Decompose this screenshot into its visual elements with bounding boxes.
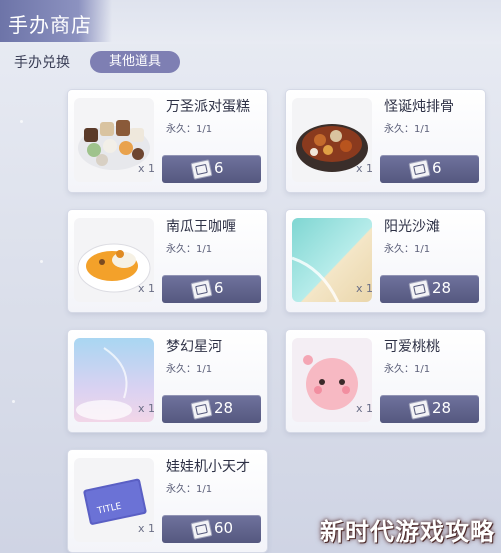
item-card-cute-peach[interactable]: 可爱桃桃 永久：1/1 x 1 28	[286, 330, 485, 432]
item-card-claw-machine-genius[interactable]: TITLE 娃娃机小天才 永久：1/1 x 1 60	[68, 450, 267, 552]
item-price: 6	[214, 279, 224, 297]
tab-figure-exchange[interactable]: 手办兑换	[14, 52, 70, 72]
item-permanence: 永久：1/1	[384, 124, 431, 135]
buy-button[interactable]: 28	[380, 395, 479, 423]
item-name: 可爱桃桃	[384, 339, 440, 355]
item-price: 28	[432, 399, 452, 417]
item-price: 6	[214, 159, 224, 177]
sparkle-decoration	[40, 260, 43, 263]
shop-header: 手办商店	[0, 0, 501, 44]
item-price: 6	[432, 159, 442, 177]
item-price: 28	[214, 399, 234, 417]
sparkle-decoration	[12, 400, 15, 403]
item-permanence: 永久：1/1	[384, 364, 431, 375]
item-card-sunny-beach[interactable]: 阳光沙滩 永久：1/1 x 1 28	[286, 210, 485, 312]
ticket-icon	[408, 279, 431, 300]
item-permanence: 永久：1/1	[166, 124, 213, 135]
item-permanence: 永久：1/1	[166, 364, 213, 375]
ticket-icon	[190, 279, 213, 300]
item-name: 阳光沙滩	[384, 219, 440, 235]
item-card-spare-ribs[interactable]: 怪诞炖排骨 永久：1/1 x 1 6	[286, 90, 485, 192]
watermark-text: 新时代游戏攻略	[320, 518, 495, 546]
item-quantity: x 1	[138, 402, 156, 415]
page-title: 手办商店	[8, 13, 92, 37]
item-quantity: x 1	[138, 282, 156, 295]
item-permanence: 永久：1/1	[166, 484, 213, 495]
item-name: 万圣派对蛋糕	[166, 99, 250, 115]
item-name: 南瓜王咖喱	[166, 219, 236, 235]
buy-button[interactable]: 6	[162, 275, 261, 303]
sparkle-decoration	[20, 120, 23, 123]
item-price: 28	[432, 279, 452, 297]
item-quantity: x 1	[138, 162, 156, 175]
item-quantity: x 1	[356, 402, 374, 415]
item-quantity: x 1	[356, 162, 374, 175]
ticket-icon	[408, 159, 431, 180]
item-price: 60	[214, 519, 234, 537]
item-card-halloween-cake[interactable]: 万圣派对蛋糕 永久：1/1 x 1 6	[68, 90, 267, 192]
tab-other-items[interactable]: 其他道具	[90, 51, 180, 73]
buy-button[interactable]: 60	[162, 515, 261, 543]
ticket-icon	[190, 399, 213, 420]
item-name: 怪诞炖排骨	[384, 99, 454, 115]
item-name: 梦幻星河	[166, 339, 222, 355]
ticket-icon	[408, 399, 431, 420]
item-permanence: 永久：1/1	[384, 244, 431, 255]
buy-button[interactable]: 28	[380, 275, 479, 303]
item-quantity: x 1	[356, 282, 374, 295]
ticket-icon	[190, 159, 213, 180]
item-card-pumpkin-curry[interactable]: 南瓜王咖喱 永久：1/1 x 1 6	[68, 210, 267, 312]
item-name: 娃娃机小天才	[166, 459, 250, 475]
item-quantity: x 1	[138, 522, 156, 535]
buy-button[interactable]: 28	[162, 395, 261, 423]
buy-button[interactable]: 6	[380, 155, 479, 183]
item-card-dream-galaxy[interactable]: 梦幻星河 永久：1/1 x 1 28	[68, 330, 267, 432]
item-permanence: 永久：1/1	[166, 244, 213, 255]
buy-button[interactable]: 6	[162, 155, 261, 183]
title-tab: 手办商店	[0, 0, 112, 42]
sub-tab-bar: 手办兑换 其他道具	[0, 48, 501, 78]
ticket-icon	[190, 519, 213, 540]
